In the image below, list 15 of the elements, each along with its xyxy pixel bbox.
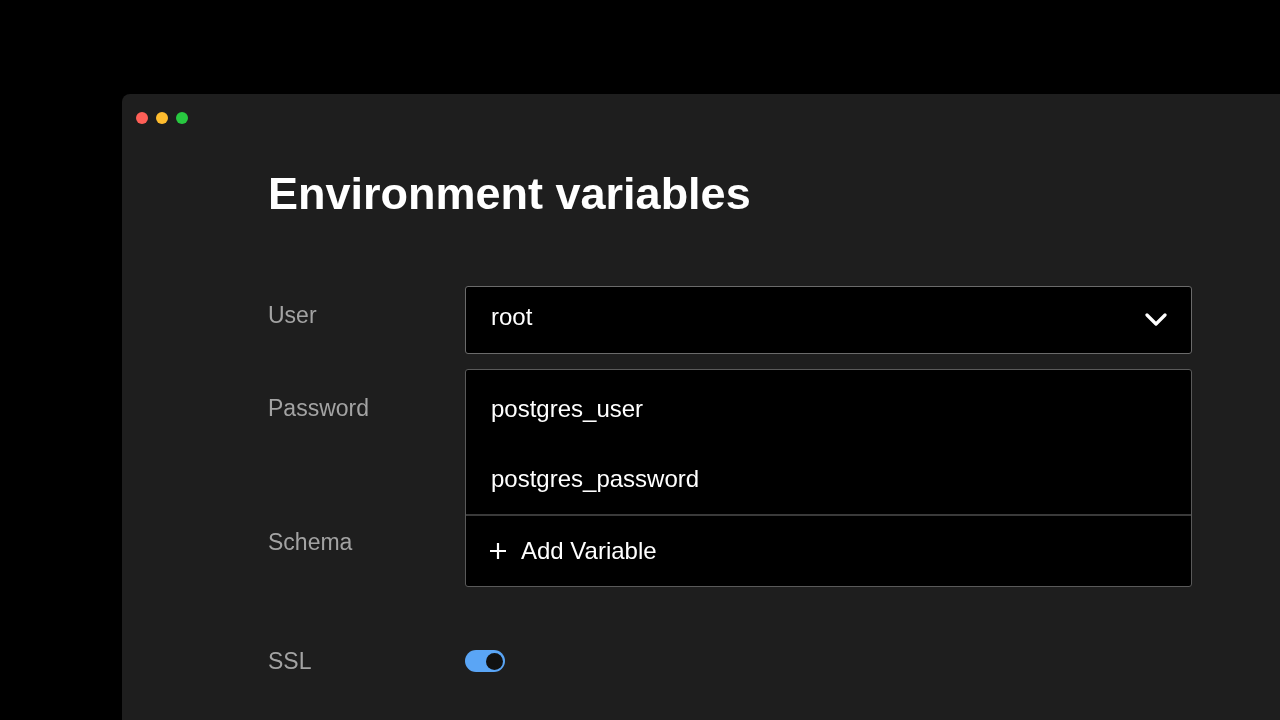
field-label: Password <box>268 394 370 422</box>
field-label: SSL <box>268 647 313 675</box>
add-variable-option[interactable]: Add Variable <box>466 516 1191 586</box>
menu-option[interactable]: postgres_password <box>466 444 1191 514</box>
plus-icon <box>489 542 507 560</box>
ssl-toggle[interactable] <box>465 650 505 672</box>
menu-option[interactable]: postgres_user <box>466 374 1191 444</box>
field-label: User <box>268 301 318 329</box>
chevron-down-icon <box>1145 313 1167 327</box>
field-label: Schema <box>268 528 354 556</box>
minimize-icon[interactable] <box>156 112 168 124</box>
close-icon[interactable] <box>136 112 148 124</box>
maximize-icon[interactable] <box>176 112 188 124</box>
user-select[interactable]: root <box>465 286 1192 354</box>
page-title: Environment variables <box>268 167 752 221</box>
